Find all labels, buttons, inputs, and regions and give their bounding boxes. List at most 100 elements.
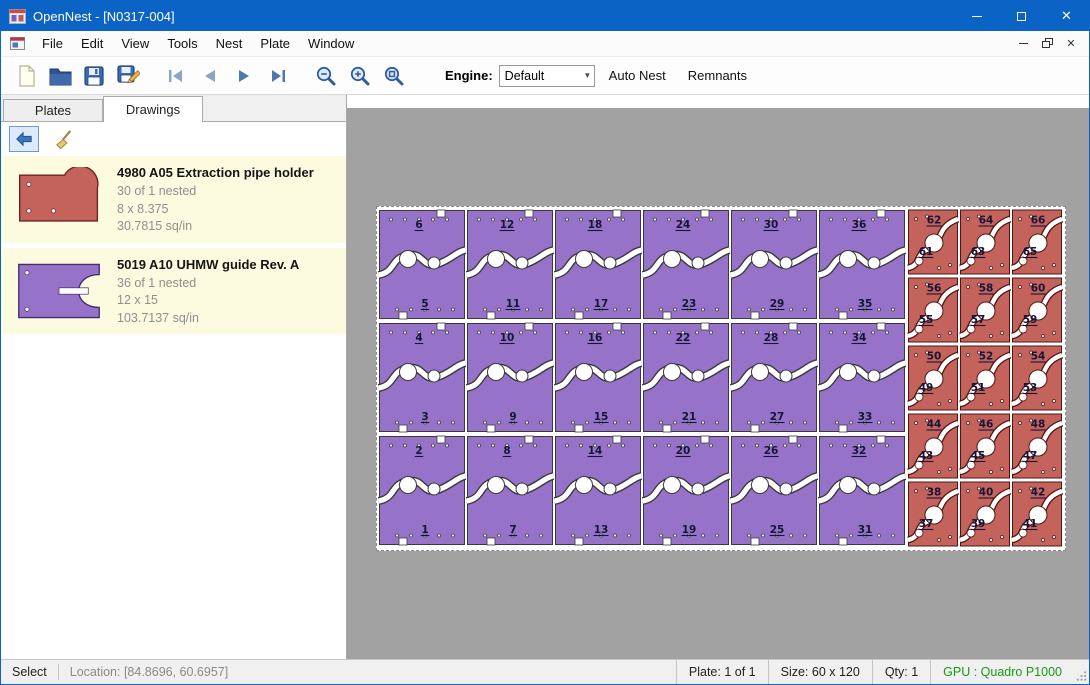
maximize-button[interactable]: [999, 1, 1044, 31]
nest-part-pair[interactable]: 5049: [907, 344, 959, 412]
drawing-meta: 4980 A05 Extraction pipe holder 30 of 1 …: [117, 163, 338, 236]
nest-part-pair[interactable]: 3029: [730, 208, 818, 321]
save-as-button[interactable]: [111, 61, 145, 91]
last-plate-button[interactable]: [261, 61, 295, 91]
nest-part-pair[interactable]: 1211: [466, 208, 554, 321]
drawing-item-extraction-pipe-holder[interactable]: 4980 A05 Extraction pipe holder 30 of 1 …: [1, 156, 346, 243]
nest-part-pair[interactable]: 65: [378, 208, 466, 321]
nest-part-pair[interactable]: 109: [466, 321, 554, 434]
red-parts-grid: 6261 6463 6665 5655 5857 6059 5049 5251 …: [907, 208, 1063, 548]
close-button[interactable]: ✕: [1044, 1, 1089, 31]
previous-plate-button[interactable]: [193, 61, 227, 91]
first-plate-button[interactable]: [159, 61, 193, 91]
save-button[interactable]: [77, 61, 111, 91]
svg-text:11: 11: [506, 298, 521, 310]
nest-part-pair[interactable]: 5453: [1011, 344, 1063, 412]
mdi-close-button[interactable]: ✕: [1059, 34, 1083, 54]
drawing-title: 5019 A10 UHMW guide Rev. A: [117, 257, 338, 272]
svg-text:26: 26: [764, 445, 779, 457]
engine-select[interactable]: Default ▾: [499, 65, 595, 87]
nest-part-pair[interactable]: 6261: [907, 208, 959, 276]
nest-part-pair[interactable]: 21: [378, 434, 466, 547]
nest-canvas[interactable]: 65 1211 1817 2423 3029 3635 43 109 1615 …: [347, 95, 1089, 659]
zoom-fit-button[interactable]: [377, 61, 411, 91]
auto-nest-button[interactable]: Auto Nest: [601, 62, 674, 89]
nest-part-pair[interactable]: 6665: [1011, 208, 1063, 276]
nest-part-pair[interactable]: 6059: [1011, 276, 1063, 344]
open-button[interactable]: [43, 61, 77, 91]
engine-value: Default: [505, 69, 545, 83]
drawing-meta: 5019 A10 UHMW guide Rev. A 36 of 1 neste…: [117, 255, 338, 328]
menu-item-edit[interactable]: Edit: [72, 32, 112, 55]
nest-part-pair[interactable]: 6463: [959, 208, 1011, 276]
nest-part-pair[interactable]: 3231: [818, 434, 906, 547]
next-plate-button[interactable]: [227, 61, 261, 91]
nest-part-pair[interactable]: 1413: [554, 434, 642, 547]
nest-part-pair[interactable]: 4039: [959, 480, 1011, 548]
svg-text:6: 6: [415, 219, 422, 231]
title-bar[interactable]: OpenNest - [N0317-004] ✕: [1, 1, 1089, 31]
nest-part-pair[interactable]: 5251: [959, 344, 1011, 412]
menu-item-tools[interactable]: Tools: [158, 32, 206, 55]
nest-part-pair[interactable]: 2625: [730, 434, 818, 547]
nest-part-pair[interactable]: 3433: [818, 321, 906, 434]
clear-button[interactable]: [49, 126, 79, 152]
app-icon: [9, 9, 26, 24]
menu-item-nest[interactable]: Nest: [207, 32, 252, 55]
svg-text:56: 56: [927, 283, 942, 295]
nest-part-pair[interactable]: 2221: [642, 321, 730, 434]
minimize-button[interactable]: [954, 1, 999, 31]
mdi-minimize-button[interactable]: [1011, 34, 1035, 54]
nest-part-pair[interactable]: 2423: [642, 208, 730, 321]
svg-text:58: 58: [979, 283, 994, 295]
chevron-down-icon: ▾: [585, 70, 594, 81]
engine-label: Engine:: [445, 68, 493, 83]
nest-part-pair[interactable]: 4241: [1011, 480, 1063, 548]
status-bar: Select Location: [84.8696, 60.6957] Plat…: [1, 659, 1089, 684]
svg-text:54: 54: [1031, 351, 1046, 363]
mdi-restore-button[interactable]: [1035, 34, 1059, 54]
svg-text:24: 24: [676, 219, 691, 231]
new-button[interactable]: [9, 61, 43, 91]
svg-text:10: 10: [500, 332, 515, 344]
nest-part-pair[interactable]: 1817: [554, 208, 642, 321]
document-icon[interactable]: [10, 37, 25, 50]
nest-part-pair[interactable]: 5857: [959, 276, 1011, 344]
blue-arrow-icon: [14, 130, 34, 148]
tab-drawings[interactable]: Drawings: [103, 96, 203, 122]
remnants-button[interactable]: Remnants: [680, 62, 755, 89]
menu-item-window[interactable]: Window: [299, 32, 363, 55]
drawing-title: 4980 A05 Extraction pipe holder: [117, 165, 338, 180]
zoom-in-button[interactable]: [343, 61, 377, 91]
menu-item-file[interactable]: File: [33, 32, 72, 55]
resize-grip[interactable]: [1074, 660, 1089, 684]
nest-part-pair[interactable]: 3837: [907, 480, 959, 548]
svg-text:59: 59: [1023, 314, 1038, 326]
nest-part-pair[interactable]: 3635: [818, 208, 906, 321]
nest-part-pair[interactable]: 43: [378, 321, 466, 434]
menu-item-view[interactable]: View: [112, 32, 158, 55]
drawing-item-uhmw-guide[interactable]: 5019 A10 UHMW guide Rev. A 36 of 1 neste…: [1, 248, 346, 335]
nest-part-pair[interactable]: 1615: [554, 321, 642, 434]
minimize-icon: [972, 16, 982, 17]
tab-plates[interactable]: Plates: [3, 99, 103, 121]
canvas-margin: [347, 95, 1089, 108]
nest-part-pair[interactable]: 2019: [642, 434, 730, 547]
nest-part-pair[interactable]: 4847: [1011, 412, 1063, 480]
open-folder-icon: [48, 64, 73, 88]
nest-part-pair[interactable]: 4645: [959, 412, 1011, 480]
save-icon: [82, 64, 106, 88]
nest-part-pair[interactable]: 2827: [730, 321, 818, 434]
nest-part-pair[interactable]: 5655: [907, 276, 959, 344]
plate: 65 1211 1817 2423 3029 3635 43 109 1615 …: [376, 206, 1066, 551]
nest-part-pair[interactable]: 87: [466, 434, 554, 547]
svg-text:19: 19: [682, 524, 697, 536]
nest-part-pair[interactable]: 4443: [907, 412, 959, 480]
nest-arrow-button[interactable]: [9, 126, 39, 152]
zoom-out-button[interactable]: [309, 61, 343, 91]
status-location: Location: [84.8696, 60.6957]: [59, 665, 239, 679]
grip-icon: [1076, 670, 1087, 682]
svg-text:4: 4: [415, 332, 422, 344]
drawing-size: 12 x 15: [117, 292, 338, 310]
menu-item-plate[interactable]: Plate: [251, 32, 299, 55]
